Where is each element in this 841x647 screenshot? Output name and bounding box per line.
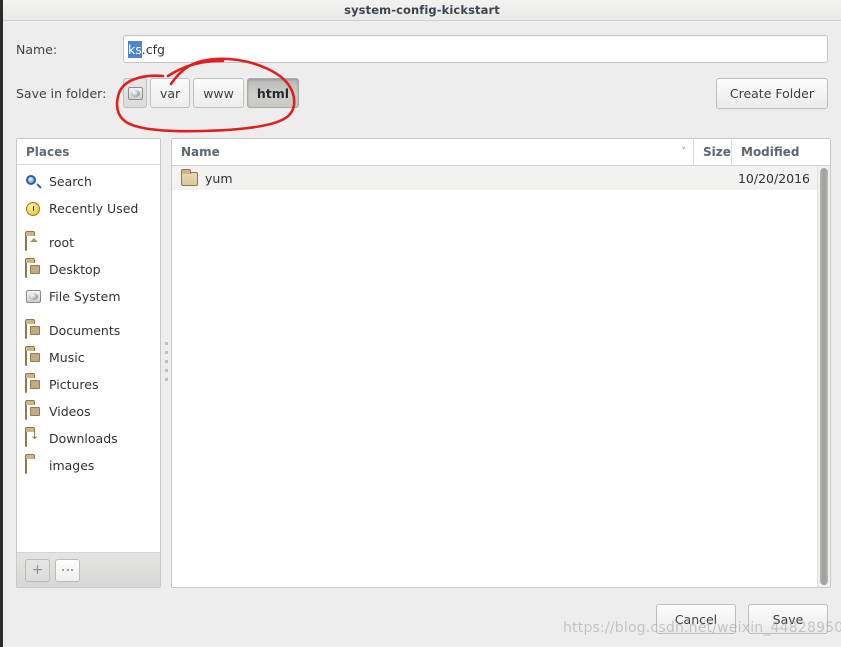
sidebar-item-label: Videos (49, 404, 91, 419)
sidebar-item-label: Documents (49, 323, 121, 338)
breadcrumb-item-filesystem[interactable] (123, 78, 147, 108)
name-label: Name: (16, 41, 58, 57)
videos-folder-icon (25, 402, 42, 420)
sidebar-splitter[interactable] (161, 138, 171, 588)
column-header-name-label: Name (181, 145, 220, 159)
home-folder-icon (25, 233, 42, 251)
dialog-body: Places Search Recently Used root Desktop… (16, 138, 831, 588)
file-modified-cell: 10/20/2016 (737, 170, 810, 186)
downloads-folder-icon (25, 429, 42, 447)
documents-folder-icon (25, 321, 42, 339)
name-row: Name: ks .cfg (16, 29, 828, 69)
sidebar-item-file-system[interactable]: File System (17, 283, 160, 310)
sidebar-item-desktop[interactable]: Desktop (17, 256, 160, 283)
file-name-cell: yum (172, 168, 681, 186)
sidebar-item-label: root (49, 235, 75, 250)
save-in-folder-row: Save in folder: var www html Create Fold… (16, 69, 828, 117)
breadcrumb: var www html (123, 78, 300, 108)
file-list-panel: Name ˅ Size Modified yum 10/20/2016 (171, 138, 831, 588)
column-header-name[interactable]: Name ˅ (172, 139, 694, 165)
sidebar-item-music[interactable]: Music (17, 344, 160, 371)
file-list-scroll-area: yum 10/20/2016 (172, 166, 830, 587)
recent-clock-icon (25, 201, 42, 217)
places-header: Places (17, 139, 160, 165)
sidebar-item-label: Pictures (49, 377, 99, 392)
splitter-grip-icon (164, 342, 168, 384)
sidebar-item-downloads[interactable]: Downloads (17, 425, 160, 452)
sidebar-item-recently-used[interactable]: Recently Used (17, 195, 160, 222)
create-folder-button[interactable]: Create Folder (715, 77, 828, 109)
add-bookmark-button[interactable]: + (25, 558, 50, 582)
scrollbar-thumb[interactable] (820, 168, 828, 585)
column-header-modified[interactable]: Modified (732, 139, 830, 165)
cancel-button[interactable]: Cancel (656, 604, 736, 634)
places-list: Search Recently Used root Desktop File S… (17, 165, 160, 552)
column-header-size[interactable]: Size (694, 139, 732, 165)
filename-rest-text: .cfg (141, 41, 165, 57)
sidebar-item-images[interactable]: images (17, 452, 160, 479)
file-list-scrollbar[interactable] (817, 166, 830, 587)
sidebar-item-label: images (49, 458, 95, 473)
places-footer: + (17, 552, 160, 587)
minus-icon (62, 569, 73, 571)
folder-icon (181, 168, 198, 186)
sidebar-item-search[interactable]: Search (17, 168, 160, 195)
dialog-form: Name: ks .cfg Save in folder: var www htm… (3, 21, 841, 117)
file-list-header: Name ˅ Size Modified (172, 139, 830, 166)
breadcrumb-item-html[interactable]: html (246, 78, 300, 108)
sidebar-item-pictures[interactable]: Pictures (17, 371, 160, 398)
file-list-rows: yum 10/20/2016 (172, 166, 817, 587)
filename-input[interactable]: ks .cfg (123, 35, 828, 63)
chevron-down-icon: ˅ (681, 147, 687, 157)
hard-drive-icon (25, 289, 42, 305)
folder-icon (25, 456, 42, 474)
music-folder-icon (25, 348, 42, 366)
filename-selected-text: ks (128, 40, 142, 58)
breadcrumb-item-www[interactable]: www (193, 78, 244, 108)
pictures-folder-icon (25, 375, 42, 393)
save-button[interactable]: Save (748, 604, 828, 634)
sidebar-item-videos[interactable]: Videos (17, 398, 160, 425)
dialog-footer: Cancel Save (3, 591, 841, 647)
remove-bookmark-button[interactable] (55, 558, 80, 582)
breadcrumb-item-var[interactable]: var (150, 78, 191, 108)
sidebar-group-divider (17, 222, 160, 229)
sidebar-item-root[interactable]: root (17, 229, 160, 256)
places-sidebar: Places Search Recently Used root Desktop… (16, 138, 161, 588)
sidebar-group-divider (17, 310, 160, 317)
sidebar-item-label: Recently Used (49, 201, 139, 216)
save-file-dialog: system-config-kickstart Name: ks .cfg Sav… (0, 0, 841, 647)
sidebar-item-label: Search (49, 174, 92, 189)
sidebar-item-label: Desktop (49, 262, 101, 277)
sidebar-item-label: Downloads (49, 431, 118, 446)
window-title: system-config-kickstart (344, 3, 500, 17)
hard-drive-icon (127, 86, 143, 100)
file-name-label: yum (205, 170, 233, 186)
sidebar-item-documents[interactable]: Documents (17, 317, 160, 344)
table-row[interactable]: yum 10/20/2016 (172, 166, 817, 190)
sidebar-item-label: File System (49, 289, 121, 304)
save-in-folder-label: Save in folder: (16, 85, 107, 101)
search-icon (25, 174, 42, 190)
sidebar-item-label: Music (49, 350, 85, 365)
window-titlebar: system-config-kickstart (3, 0, 841, 21)
desktop-folder-icon (25, 260, 42, 278)
